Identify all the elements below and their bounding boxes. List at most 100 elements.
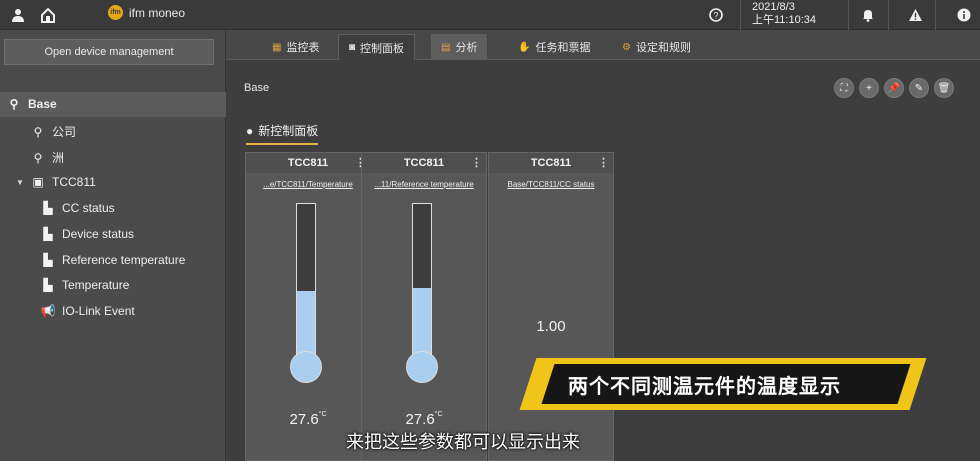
tree-item-continent[interactable]: ⚲ 洲 <box>30 149 64 166</box>
svg-text:?: ? <box>713 11 718 21</box>
widget-value: 27.6°C <box>246 411 370 428</box>
more-vertical-icon[interactable]: ⋮ <box>598 156 609 169</box>
widget-header: TCC811 ⋮ <box>489 153 613 173</box>
widget-path-link[interactable]: ...11/Reference temperature <box>366 180 482 189</box>
dashboard-icon: ◙ <box>349 42 356 53</box>
home-icon[interactable] <box>38 5 58 25</box>
date: 2021/8/3 <box>752 1 795 13</box>
dashboard-tab-new[interactable]: ● 新控制面板 <box>246 122 319 145</box>
thermometer-bulb <box>290 351 322 383</box>
chart-icon: ▙ <box>43 253 53 267</box>
tab-bar: ▦ 监控表 ◙ 控制面板 ▤ 分析 ✋ 任务和票据 ⚙ 设定和规则 <box>226 30 980 60</box>
tab-settings-and-rules[interactable]: ⚙ 设定和规则 <box>612 34 701 60</box>
tree-item-device-status[interactable]: ▙ Device status <box>40 227 134 241</box>
tasks-icon: ✋ <box>518 41 531 53</box>
value-number: 27.6 <box>289 411 319 428</box>
info-icon[interactable] <box>954 5 974 25</box>
thermometer-tube <box>412 203 432 363</box>
table-icon: ▦ <box>272 41 282 53</box>
widget-cc-status[interactable]: TCC811 ⋮ Base/TCC811/CC status 1.00 <box>488 152 614 461</box>
divider <box>935 0 936 30</box>
widget-path-link[interactable]: ...e/TCC811/Temperature <box>250 180 366 189</box>
open-device-management-button[interactable]: Open device management <box>4 39 214 65</box>
widget-header: TCC811 ⋮ <box>362 153 486 173</box>
brand-name: ifm moneo <box>129 5 186 20</box>
tab-tasks-and-tickets[interactable]: ✋ 任务和票据 <box>508 34 600 60</box>
fullscreen-icon[interactable]: ⛶ <box>834 78 854 98</box>
tree-item-base[interactable]: ⚲ Base <box>6 97 57 111</box>
top-bar: ifm ifm moneo ? 2021/8/3 上午11:10:34 <box>0 0 980 30</box>
widget-title: TCC811 <box>287 157 329 169</box>
date-time: 2021/8/3 上午11:10:34 <box>752 1 816 27</box>
widget-temperature[interactable]: TCC811 ⋮ ...e/TCC811/Temperature 27.6°C <box>245 152 371 461</box>
megaphone-icon: 📢 <box>40 304 56 318</box>
tree-item-label: Base <box>28 97 57 111</box>
value-unit: °C <box>318 411 327 418</box>
ifm-logo: ifm <box>108 5 123 20</box>
tree-item-label: CC status <box>62 201 115 215</box>
tree-item-label: IO-Link Event <box>62 304 135 318</box>
user-icon[interactable] <box>8 5 28 25</box>
value-number: 27.6 <box>405 411 435 428</box>
bell-icon[interactable] <box>858 5 878 25</box>
widget-title: TCC811 <box>530 157 572 169</box>
tab-monitoring-table[interactable]: ▦ 监控表 <box>262 34 329 60</box>
device-icon: ▣ <box>32 175 44 189</box>
tree-item-label: Temperature <box>62 278 130 292</box>
pin-icon[interactable]: 📌 <box>884 78 904 98</box>
caption-banner: 两个不同测温元件的温度显示 <box>519 358 927 410</box>
tree-item-label: 公司 <box>52 125 77 139</box>
tree-item-label: Device status <box>62 227 135 241</box>
brand: ifm ifm moneo <box>108 5 185 20</box>
widget-header: TCC811 ⋮ <box>246 153 370 173</box>
tab-label: 监控表 <box>286 42 320 54</box>
tab-dashboard[interactable]: ◙ 控制面板 <box>338 34 416 60</box>
tab-analysis[interactable]: ▤ 分析 <box>431 34 488 60</box>
more-vertical-icon[interactable]: ⋮ <box>471 156 482 169</box>
tree-item-label: Reference temperature <box>62 253 186 267</box>
chart-icon: ▙ <box>43 227 53 241</box>
dashboard-tab-label: 新控制面板 <box>258 124 319 138</box>
tree-item-tcc811[interactable]: ▼ ▣ TCC811 <box>16 175 96 189</box>
widget-value: 27.6°C <box>362 411 486 428</box>
rules-icon: ⚙ <box>622 41 631 53</box>
caret-down-icon[interactable]: ▼ <box>16 178 24 187</box>
thermometer <box>402 203 442 393</box>
analysis-icon: ▤ <box>441 41 451 53</box>
widget-path-link[interactable]: Base/TCC811/CC status <box>493 180 609 189</box>
widget-title: TCC811 <box>403 157 445 169</box>
divider <box>848 0 849 30</box>
tab-label: 设定和规则 <box>635 42 691 54</box>
edit-icon[interactable]: ✎ <box>909 78 929 98</box>
tree-item-label: 洲 <box>52 151 65 165</box>
tree-item-reference-temperature[interactable]: ▙ Reference temperature <box>40 253 185 267</box>
help-icon[interactable]: ? <box>706 5 726 25</box>
tree-item-temperature[interactable]: ▙ Temperature <box>40 278 129 292</box>
tree-item-cc-status[interactable]: ▙ CC status <box>40 201 115 215</box>
widget-reference-temperature[interactable]: TCC811 ⋮ ...11/Reference temperature 27.… <box>361 152 487 461</box>
video-subtitle: 来把这些参数都可以显示出来 <box>346 432 580 452</box>
value-unit: °C <box>434 411 443 418</box>
user-icon: ● <box>246 123 254 138</box>
value-number: 1.00 <box>536 318 566 335</box>
thermometer-tube <box>296 203 316 363</box>
tab-label: 控制面板 <box>360 42 405 55</box>
widget-value: 1.00 <box>489 318 613 335</box>
sidebar: Open device management ⚲ Base ⚲ 公司 ⚲ 洲 ▼… <box>0 30 226 461</box>
tab-label: 分析 <box>455 42 478 54</box>
warning-icon[interactable] <box>905 5 925 25</box>
tree-item-label: TCC811 <box>52 175 96 189</box>
location-icon: ⚲ <box>9 97 19 111</box>
location-icon: ⚲ <box>33 124 43 139</box>
chart-icon: ▙ <box>43 278 53 292</box>
tree-item-company[interactable]: ⚲ 公司 <box>30 123 76 140</box>
banner-text: 两个不同测温元件的温度显示 <box>568 376 841 398</box>
chart-icon: ▙ <box>43 201 53 215</box>
tree-item-io-link-event[interactable]: 📢 IO-Link Event <box>40 304 135 318</box>
dashboard-toolbar: ⛶ + 📌 ✎ 🗑 <box>834 78 954 98</box>
breadcrumb: Base <box>244 82 270 94</box>
add-icon[interactable]: + <box>859 78 879 98</box>
delete-icon[interactable]: 🗑 <box>934 78 954 98</box>
thermometer <box>286 203 326 393</box>
divider <box>740 0 741 30</box>
